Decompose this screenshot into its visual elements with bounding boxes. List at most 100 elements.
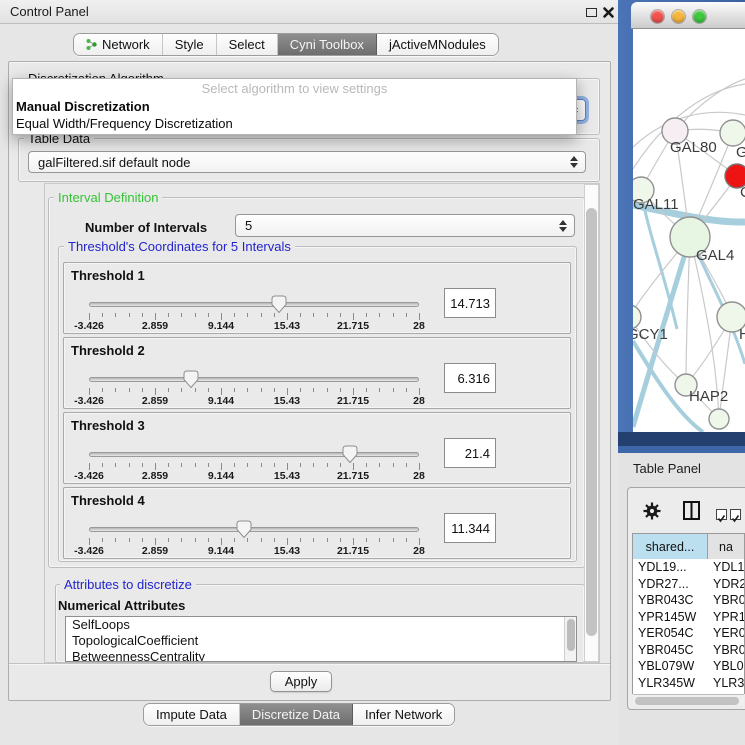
threshold-label: Threshold 2	[71, 343, 145, 358]
threshold-value-field[interactable]: 11.344	[444, 513, 496, 543]
table-row[interactable]: YPR145WYPR1	[633, 609, 744, 626]
tick-mark	[353, 538, 354, 545]
tick-mark	[208, 388, 209, 392]
tick-mark	[168, 463, 169, 467]
tick-mark	[181, 388, 182, 392]
slider-track[interactable]	[89, 452, 419, 457]
network-node-ga[interactable]	[720, 120, 745, 146]
number-of-intervals-value: 5	[245, 218, 252, 233]
attribute-item-selfloops[interactable]: SelfLoops	[66, 617, 576, 633]
dropdown-placeholder-option[interactable]: Select algorithm to view settings	[13, 79, 576, 98]
cell-name: YDL1	[708, 559, 744, 576]
number-of-intervals-spinner[interactable]: 5	[235, 214, 575, 237]
table-row[interactable]: YBR043CYBR0	[633, 592, 744, 609]
cell-shared-name: YDR27...	[633, 576, 708, 593]
tick-mark	[155, 388, 156, 395]
network-view-canvas[interactable]: GAL80GACGAL11GAL4GCY1HHAP2	[633, 29, 745, 432]
tick-mark	[406, 388, 407, 392]
tick-mark	[155, 463, 156, 470]
tick-label: 2.859	[142, 545, 168, 557]
tab-impute-data[interactable]: Impute Data	[144, 704, 240, 725]
tick-mark	[195, 463, 196, 467]
minimize-traffic-light-icon[interactable]	[672, 10, 685, 23]
tab-jactivemnodules[interactable]: jActiveMNodules	[377, 34, 498, 55]
tick-mark	[366, 313, 367, 317]
apply-button[interactable]: Apply	[270, 671, 332, 692]
tick-mark	[261, 313, 262, 317]
tick-mark	[168, 538, 169, 542]
tick-mark	[327, 538, 328, 542]
table-row[interactable]: YER054CYER0	[633, 625, 744, 642]
attributes-list-scrollbar[interactable]	[564, 617, 576, 661]
algorithm-dropdown-popup: Select algorithm to view settings Manual…	[12, 78, 577, 135]
attribute-item-betweennesscentrality[interactable]: BetweennessCentrality	[66, 649, 576, 662]
gear-icon[interactable]	[643, 502, 661, 520]
tick-mark	[234, 463, 235, 467]
table-row[interactable]: YLR345WYLR3	[633, 675, 744, 692]
tick-label: 9.144	[208, 545, 234, 557]
tick-label: 9.144	[208, 395, 234, 407]
tab-discretize-data[interactable]: Discretize Data	[240, 704, 353, 725]
tick-mark	[247, 463, 248, 467]
dropdown-option-manual-discretization[interactable]: Manual Discretization	[13, 98, 576, 115]
threshold-row-4: Threshold 4-3.4262.8599.14415.4321.71528…	[63, 487, 571, 559]
tab-style[interactable]: Style	[163, 34, 217, 55]
attributes-group-label: Attributes to discretize	[60, 577, 196, 592]
float-window-icon[interactable]	[586, 8, 597, 17]
close-traffic-light-icon[interactable]	[651, 10, 664, 23]
slider-thumb[interactable]	[236, 520, 252, 539]
tick-mark	[340, 388, 341, 392]
node-label: GAL80	[670, 139, 717, 156]
tab-label: Select	[229, 37, 265, 52]
table-row[interactable]: YBL079WYBL0	[633, 658, 744, 675]
tab-select[interactable]: Select	[217, 34, 278, 55]
network-window-titlebar[interactable]	[631, 2, 745, 29]
panel-vertical-scrollbar[interactable]	[584, 184, 599, 662]
slider-thumb[interactable]	[342, 445, 358, 464]
threshold-value-field[interactable]: 21.4	[444, 438, 496, 468]
table-row[interactable]: YDL19...YDL1	[633, 559, 744, 576]
numerical-attributes-list[interactable]: SelfLoopsTopologicalCoefficientBetweenne…	[65, 616, 577, 662]
tick-mark	[129, 463, 130, 467]
network-edge	[686, 237, 690, 385]
slider-thumb[interactable]	[183, 370, 199, 389]
tick-mark	[406, 463, 407, 467]
tick-mark	[89, 313, 90, 320]
slider-thumb[interactable]	[271, 295, 287, 314]
table-row[interactable]: YBR045CYBR0	[633, 642, 744, 659]
tick-label: 2.859	[142, 320, 168, 332]
table-horizontal-scrollbar[interactable]	[633, 694, 744, 705]
slider-track[interactable]	[89, 302, 419, 307]
network-graph[interactable]: GAL80GACGAL11GAL4GCY1HHAP2	[633, 29, 745, 432]
tick-label: 28	[413, 470, 425, 482]
tick-label: 9.144	[208, 320, 234, 332]
table-row[interactable]: YDR27...YDR2	[633, 576, 744, 593]
control-panel-title: Control Panel	[10, 4, 89, 19]
tick-mark	[406, 538, 407, 542]
tab-network[interactable]: Network	[74, 34, 163, 55]
close-icon[interactable]	[602, 6, 615, 19]
tick-mark	[300, 388, 301, 392]
threshold-value-field[interactable]: 6.316	[444, 363, 496, 393]
split-columns-icon[interactable]	[683, 501, 700, 520]
column-header-shared-name[interactable]: shared...	[633, 534, 708, 559]
tab-cyni-toolbox[interactable]: Cyni Toolbox	[278, 34, 377, 55]
slider-track[interactable]	[89, 527, 419, 532]
number-of-intervals-label: Number of Intervals	[85, 220, 207, 235]
dropdown-option-equal-width-frequency[interactable]: Equal Width/Frequency Discretization	[13, 115, 576, 132]
node-label: HAP2	[689, 388, 728, 405]
column-header-name[interactable]: na	[708, 534, 744, 559]
attribute-item-topologicalcoefficient[interactable]: TopologicalCoefficient	[66, 633, 576, 649]
tab-infer-network[interactable]: Infer Network	[353, 704, 454, 725]
cell-shared-name: YER054C	[633, 625, 708, 642]
slider-tick-labels: -3.4262.8599.14415.4321.71528	[89, 545, 419, 557]
checkbox-icon[interactable]	[716, 509, 727, 520]
slider-track[interactable]	[89, 377, 419, 382]
checkbox-icon[interactable]	[730, 509, 741, 520]
threshold-row-3: Threshold 3-3.4262.8599.14415.4321.71528…	[63, 412, 571, 484]
threshold-value-field[interactable]: 14.713	[444, 288, 496, 318]
zoom-traffic-light-icon[interactable]	[693, 10, 706, 23]
tick-label: 21.715	[337, 320, 369, 332]
table-data-combobox[interactable]: galFiltered.sif default node	[28, 151, 586, 173]
network-node[interactable]	[709, 409, 729, 429]
